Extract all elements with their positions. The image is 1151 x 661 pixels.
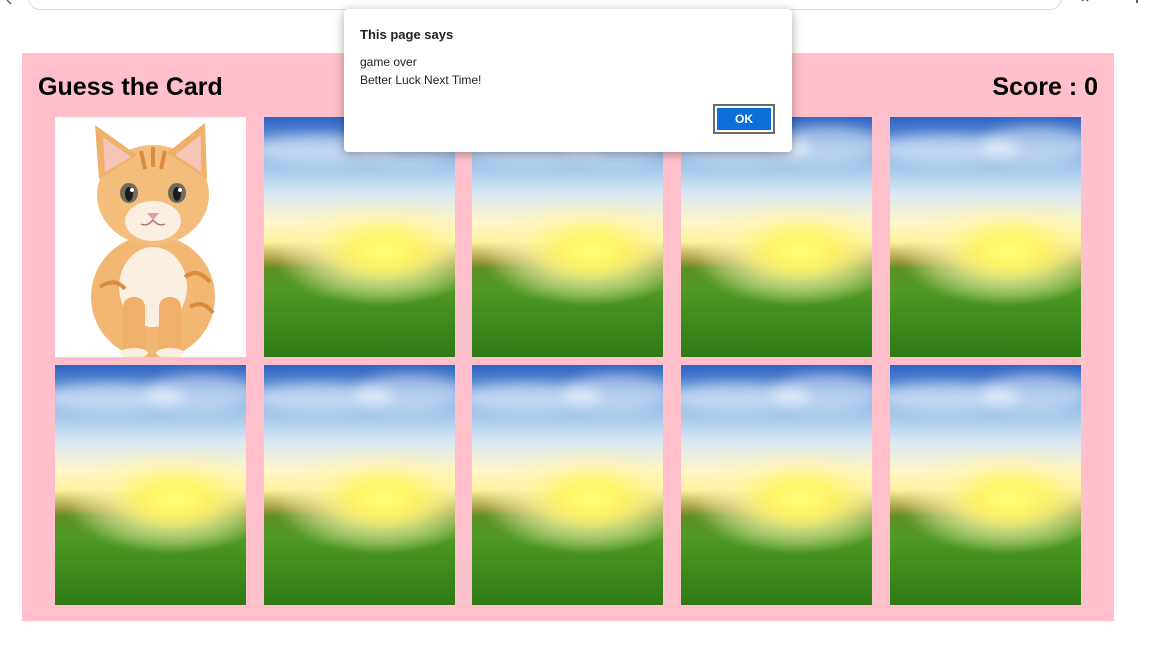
ok-button-label: OK <box>717 108 771 130</box>
card-10-sunset[interactable] <box>890 365 1081 605</box>
card-9-sunset[interactable] <box>681 365 872 605</box>
menu-icon[interactable] <box>1132 0 1142 6</box>
card-6-sunset[interactable] <box>55 365 246 605</box>
alert-dialog: This page says game over Better Luck Nex… <box>344 9 792 152</box>
extensions-icon[interactable] <box>1080 0 1090 6</box>
card-3-sunset[interactable] <box>472 117 663 357</box>
kitten-image <box>55 117 246 357</box>
back-icon[interactable] <box>6 0 16 6</box>
card-5-sunset[interactable] <box>890 117 1081 357</box>
dialog-message-line-2: Better Luck Next Time! <box>360 73 482 87</box>
card-7-sunset[interactable] <box>264 365 455 605</box>
game-title: Guess the Card <box>38 73 223 101</box>
card-2-sunset[interactable] <box>264 117 455 357</box>
dialog-title: This page says <box>360 27 454 42</box>
card-1-kitten[interactable] <box>55 117 246 357</box>
card-4-sunset[interactable] <box>681 117 872 357</box>
ok-button[interactable]: OK <box>713 104 775 134</box>
score-display: Score : 0 <box>992 73 1098 101</box>
card-8-sunset[interactable] <box>472 365 663 605</box>
dialog-message-line-1: game over <box>360 55 417 69</box>
